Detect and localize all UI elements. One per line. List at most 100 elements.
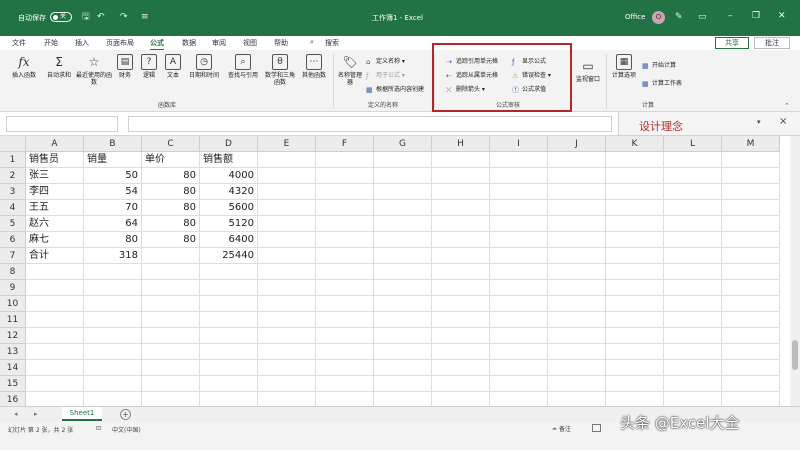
- column-header[interactable]: L: [664, 136, 722, 152]
- cell-B6[interactable]: 80: [84, 232, 142, 248]
- create-from-selection-button[interactable]: ▦ 根据所选内容创建: [366, 84, 424, 94]
- cell-H4[interactable]: [432, 200, 490, 216]
- cell-G8[interactable]: [374, 264, 432, 280]
- cell-F9[interactable]: [316, 280, 374, 296]
- normal-view-icon[interactable]: [592, 424, 601, 432]
- calculate-now-button[interactable]: ▦ 开始计算: [642, 60, 676, 70]
- math-trig-button[interactable]: θ 数学和三角函数: [264, 54, 296, 86]
- cell-J6[interactable]: [548, 232, 606, 248]
- cell-B15[interactable]: [84, 376, 142, 392]
- cell-M7[interactable]: [722, 248, 780, 264]
- cell-E16[interactable]: [258, 392, 316, 406]
- cell-E8[interactable]: [258, 264, 316, 280]
- cell-B13[interactable]: [84, 344, 142, 360]
- lookup-reference-button[interactable]: ⌕ 查找与引用: [224, 54, 262, 79]
- cell-F16[interactable]: [316, 392, 374, 406]
- cell-K13[interactable]: [606, 344, 664, 360]
- search-icon[interactable]: ⌕: [310, 38, 314, 47]
- cell-K6[interactable]: [606, 232, 664, 248]
- column-header[interactable]: B: [84, 136, 142, 152]
- cell-E13[interactable]: [258, 344, 316, 360]
- cell-B3[interactable]: 54: [84, 184, 142, 200]
- cell-H1[interactable]: [432, 152, 490, 168]
- cell-D5[interactable]: 5120: [200, 216, 258, 232]
- column-header[interactable]: H: [432, 136, 490, 152]
- cell-I11[interactable]: [490, 312, 548, 328]
- cell-C1[interactable]: 单价: [142, 152, 200, 168]
- cell-K10[interactable]: [606, 296, 664, 312]
- cell-J2[interactable]: [548, 168, 606, 184]
- cell-J7[interactable]: [548, 248, 606, 264]
- cell-L14[interactable]: [664, 360, 722, 376]
- worksheet-grid[interactable]: A B C D E F G H I J K L M 1 销售员 销量 单价 销售额 2 张三 50 80 4000 3 李四 54…: [0, 136, 800, 406]
- cell-B2[interactable]: 50: [84, 168, 142, 184]
- cell-E5[interactable]: [258, 216, 316, 232]
- cell-J1[interactable]: [548, 152, 606, 168]
- comment-button[interactable]: 批注: [754, 37, 790, 49]
- tab-view[interactable]: 视图: [243, 38, 257, 48]
- cell-C16[interactable]: [142, 392, 200, 406]
- cell-C9[interactable]: [142, 280, 200, 296]
- cell-L10[interactable]: [664, 296, 722, 312]
- formula-input[interactable]: [128, 116, 612, 132]
- tab-help[interactable]: 帮助: [274, 38, 288, 48]
- cell-G6[interactable]: [374, 232, 432, 248]
- cell-G13[interactable]: [374, 344, 432, 360]
- cell-I8[interactable]: [490, 264, 548, 280]
- cell-F3[interactable]: [316, 184, 374, 200]
- cell-D4[interactable]: 5600: [200, 200, 258, 216]
- row-header[interactable]: 16: [0, 392, 26, 406]
- cell-B11[interactable]: [84, 312, 142, 328]
- vertical-scrollbar[interactable]: [790, 136, 800, 406]
- cell-D9[interactable]: [200, 280, 258, 296]
- tab-home[interactable]: 开始: [44, 38, 58, 48]
- cell-D8[interactable]: [200, 264, 258, 280]
- name-box[interactable]: [6, 116, 118, 132]
- cell-H9[interactable]: [432, 280, 490, 296]
- cell-I15[interactable]: [490, 376, 548, 392]
- cell-K8[interactable]: [606, 264, 664, 280]
- cell-A1[interactable]: 销售员: [26, 152, 84, 168]
- cell-M10[interactable]: [722, 296, 780, 312]
- autosave-toggle[interactable]: 关: [50, 12, 72, 22]
- cell-J9[interactable]: [548, 280, 606, 296]
- name-manager-button[interactable]: 🏷 名称管理器: [337, 54, 363, 86]
- row-header[interactable]: 8: [0, 264, 26, 280]
- cell-L11[interactable]: [664, 312, 722, 328]
- cell-A3[interactable]: 李四: [26, 184, 84, 200]
- chevron-down-icon[interactable]: ▾: [757, 118, 761, 126]
- row-header[interactable]: 7: [0, 248, 26, 264]
- cell-H8[interactable]: [432, 264, 490, 280]
- cell-A5[interactable]: 赵六: [26, 216, 84, 232]
- cell-M3[interactable]: [722, 184, 780, 200]
- cell-K7[interactable]: [606, 248, 664, 264]
- pane-close-icon[interactable]: ×: [779, 116, 787, 127]
- next-sheet-icon[interactable]: ▸: [34, 410, 38, 418]
- avatar[interactable]: O: [652, 11, 665, 24]
- cell-I2[interactable]: [490, 168, 548, 184]
- row-header[interactable]: 13: [0, 344, 26, 360]
- cell-I4[interactable]: [490, 200, 548, 216]
- cell-H13[interactable]: [432, 344, 490, 360]
- cell-B1[interactable]: 销量: [84, 152, 142, 168]
- cell-F12[interactable]: [316, 328, 374, 344]
- cell-H5[interactable]: [432, 216, 490, 232]
- cell-C6[interactable]: 80: [142, 232, 200, 248]
- cell-F15[interactable]: [316, 376, 374, 392]
- cell-M5[interactable]: [722, 216, 780, 232]
- cell-B8[interactable]: [84, 264, 142, 280]
- calculate-sheet-button[interactable]: ▦ 计算工作表: [642, 78, 682, 88]
- cell-D11[interactable]: [200, 312, 258, 328]
- cell-K16[interactable]: [606, 392, 664, 406]
- cell-F8[interactable]: [316, 264, 374, 280]
- cell-L16[interactable]: [664, 392, 722, 406]
- cell-E9[interactable]: [258, 280, 316, 296]
- watch-window-button[interactable]: ▭ 监视窗口: [574, 58, 602, 83]
- cell-A11[interactable]: [26, 312, 84, 328]
- cell-D7[interactable]: 25440: [200, 248, 258, 264]
- cell-G15[interactable]: [374, 376, 432, 392]
- cell-C11[interactable]: [142, 312, 200, 328]
- cell-G2[interactable]: [374, 168, 432, 184]
- tab-insert[interactable]: 插入: [75, 38, 89, 48]
- cell-M13[interactable]: [722, 344, 780, 360]
